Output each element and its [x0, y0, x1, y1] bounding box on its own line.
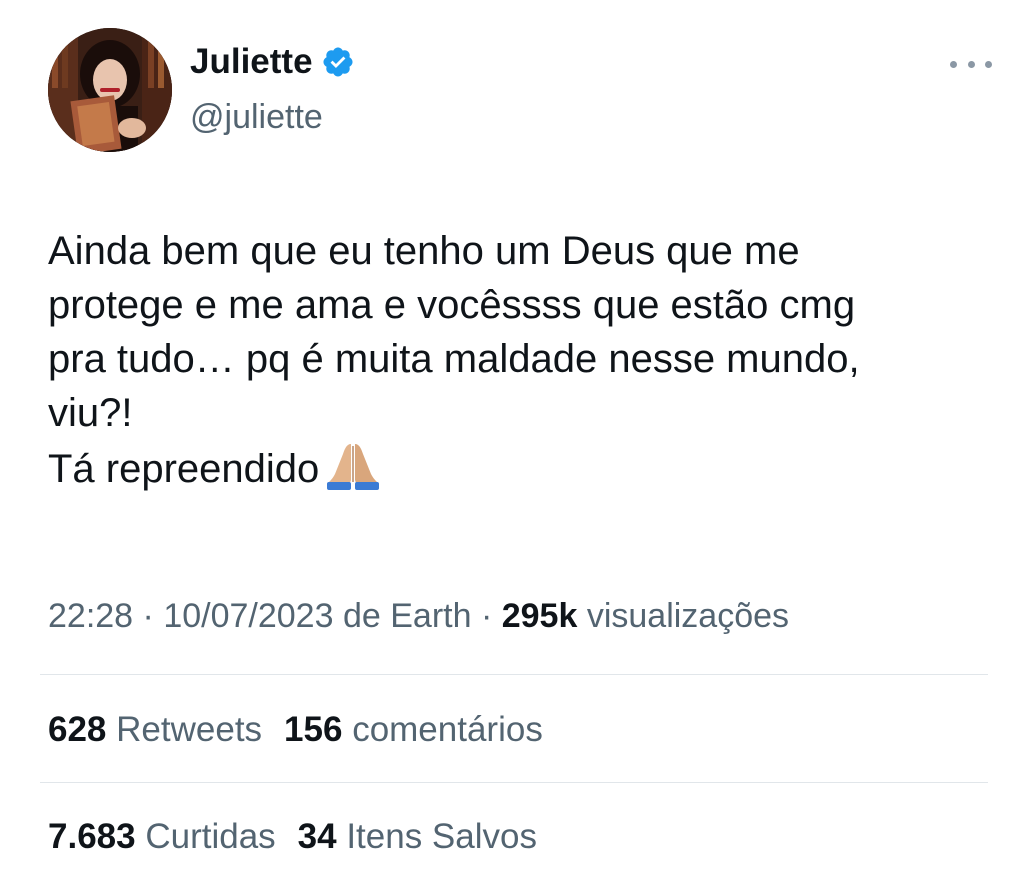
- author-name-row[interactable]: Juliette: [190, 40, 355, 84]
- avatar-image: [48, 28, 172, 152]
- views-label: visualizações: [586, 597, 790, 635]
- folded-hands-emoji-icon: [323, 440, 383, 490]
- saves-link[interactable]: 34 Itens Salvos: [298, 817, 537, 856]
- tweet-source[interactable]: Earth: [390, 597, 471, 635]
- comments-link[interactable]: 156 comentários: [284, 710, 543, 749]
- saves-count: 34: [297, 817, 337, 856]
- tweet-date[interactable]: 10/07/2023: [163, 597, 333, 635]
- engagement-row-2: 7.683 Curtidas 34 Itens Salvos: [48, 815, 537, 859]
- likes-link[interactable]: 7.683 Curtidas: [48, 817, 276, 856]
- tweet-time[interactable]: 22:28: [48, 597, 133, 635]
- tweet-text: Ainda bem que eu tenho um Deus que me pr…: [48, 224, 998, 496]
- divider: [40, 674, 988, 675]
- engagement-row-1: 628 Retweets 156 comentários: [48, 708, 543, 752]
- author-handle[interactable]: @juliette: [190, 96, 323, 138]
- more-dot: [967, 60, 975, 68]
- source-prefix: de: [342, 597, 381, 635]
- author-name[interactable]: Juliette: [190, 40, 313, 84]
- divider: [40, 782, 988, 783]
- comments-label: comentários: [352, 710, 543, 749]
- meta-separator: ·: [480, 597, 502, 635]
- avatar[interactable]: [48, 28, 172, 152]
- retweets-count: 628: [48, 710, 107, 749]
- retweets-label: Retweets: [116, 710, 263, 749]
- tweet-meta: 22:28 · 10/07/2023 de Earth · 295k visua…: [48, 594, 789, 638]
- likes-label: Curtidas: [145, 817, 276, 856]
- more-dot: [985, 60, 992, 68]
- more-options-button[interactable]: [950, 52, 992, 76]
- views-count: 295k: [501, 597, 578, 635]
- tweet-body: Ainda bem que eu tenho um Deus que me pr…: [48, 229, 860, 491]
- likes-count: 7.683: [48, 817, 136, 856]
- saves-label: Itens Salvos: [346, 817, 537, 856]
- verified-badge-icon: [321, 45, 355, 79]
- meta-separator: ·: [142, 597, 164, 635]
- retweets-link[interactable]: 628 Retweets: [48, 710, 262, 749]
- comments-count: 156: [284, 710, 343, 749]
- more-dot: [950, 60, 957, 68]
